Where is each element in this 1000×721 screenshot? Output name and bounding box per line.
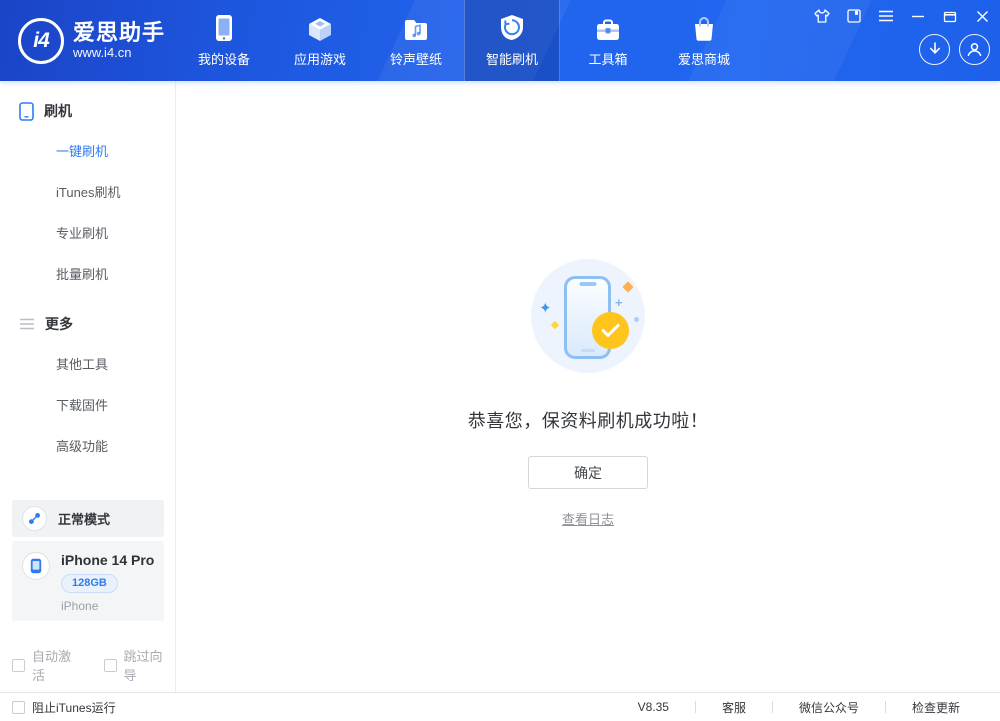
sparkle-star-icon: ✦ bbox=[539, 300, 552, 317]
checkbox-label: 跳过向导 bbox=[123, 649, 163, 683]
quick-actions bbox=[919, 34, 990, 65]
nav-apps-games[interactable]: 应用游戏 bbox=[272, 0, 368, 81]
nav-label: 智能刷机 bbox=[485, 51, 538, 67]
phone-success-illustration: ✦ + bbox=[531, 259, 645, 373]
theme-skin-icon[interactable] bbox=[814, 8, 830, 24]
nav-label: 我的设备 bbox=[197, 51, 250, 67]
auto-activate-option: 自动激活 bbox=[12, 646, 84, 684]
status-bar: 阻止iTunes运行 V8.35 客服 微信公众号 检查更新 bbox=[0, 692, 1000, 721]
section-title: 更多 bbox=[45, 316, 73, 332]
checkbox-label: 自动激活 bbox=[32, 649, 72, 683]
menu-icon[interactable] bbox=[878, 8, 894, 24]
user-account-icon[interactable] bbox=[959, 34, 990, 65]
normal-mode-card[interactable]: 正常模式 bbox=[12, 500, 164, 537]
feedback-icon[interactable] bbox=[846, 8, 862, 24]
menu-lines-icon bbox=[19, 318, 35, 330]
device-name: iPhone 14 Pro bbox=[61, 552, 155, 568]
device-phone-icon bbox=[22, 552, 50, 580]
sidebar-section-flash: 刷机 bbox=[19, 101, 175, 121]
sparkle-plus-icon: + bbox=[615, 295, 623, 310]
phone-icon bbox=[214, 14, 234, 42]
block-itunes-checkbox[interactable] bbox=[12, 700, 25, 714]
nav-label: 应用游戏 bbox=[293, 51, 346, 67]
nav-toolbox[interactable]: 工具箱 bbox=[560, 0, 656, 81]
nav-label: 爱思商城 bbox=[677, 51, 730, 67]
phone-home-indicator bbox=[580, 349, 595, 352]
nav-smart-flash[interactable]: 智能刷机 bbox=[464, 0, 560, 81]
device-info: iPhone 14 Pro 128GB iPhone bbox=[61, 552, 154, 621]
app-logo: i4 爱思助手 www.i4.cn bbox=[0, 0, 176, 81]
sidebar-item-pro-flash[interactable]: 专业刷机 bbox=[0, 212, 175, 253]
app-url: www.i4.cn bbox=[73, 45, 132, 61]
shopping-bag-icon bbox=[692, 14, 716, 42]
main-content: ✦ + 恭喜您，保资料刷机成功啦！ 确定 查看日志 bbox=[176, 81, 1000, 692]
cube-icon bbox=[307, 14, 333, 42]
logo-text: 爱思助手 www.i4.cn bbox=[73, 21, 165, 60]
flash-items: 一键刷机 iTunes刷机 专业刷机 批量刷机 bbox=[0, 130, 175, 294]
sidebar-item-advanced-features[interactable]: 高级功能 bbox=[0, 425, 175, 466]
download-manager-icon[interactable] bbox=[919, 34, 950, 65]
sidebar: 刷机 一键刷机 iTunes刷机 专业刷机 批量刷机 更多 其他工具 下载固件 … bbox=[0, 81, 176, 692]
device-capacity-badge: 128GB bbox=[61, 574, 118, 593]
check-update-link[interactable]: 检查更新 bbox=[886, 699, 986, 716]
sidebar-item-download-firmware[interactable]: 下载固件 bbox=[0, 384, 175, 425]
device-card[interactable]: iPhone 14 Pro 128GB iPhone bbox=[12, 541, 164, 621]
header-right-controls bbox=[814, 8, 990, 65]
toolbox-icon bbox=[595, 14, 621, 42]
main-nav: 我的设备 应用游戏 铃声壁纸 智能刷机 工具箱 爱思商城 bbox=[176, 0, 752, 81]
music-folder-icon bbox=[403, 14, 429, 42]
version-label: V8.35 bbox=[637, 700, 669, 714]
nav-my-devices[interactable]: 我的设备 bbox=[176, 0, 272, 81]
sparkle-yellow-dot bbox=[550, 320, 560, 330]
nav-label: 工具箱 bbox=[588, 51, 628, 67]
phone-outline-icon bbox=[19, 101, 34, 121]
title-bar: i4 爱思助手 www.i4.cn 我的设备 应用游戏 铃声壁纸 智能刷机 工具… bbox=[0, 0, 1000, 81]
mode-label: 正常模式 bbox=[58, 512, 111, 527]
sidebar-item-one-click-flash[interactable]: 一键刷机 bbox=[0, 130, 175, 171]
close-icon[interactable] bbox=[974, 8, 990, 24]
app-window: i4 爱思助手 www.i4.cn 我的设备 应用游戏 铃声壁纸 智能刷机 工具… bbox=[0, 0, 1000, 721]
phone-notch bbox=[579, 282, 596, 286]
block-itunes-option: 阻止iTunes运行 bbox=[12, 699, 116, 716]
block-itunes-label: 阻止iTunes运行 bbox=[32, 700, 116, 715]
sidebar-section-more: 更多 bbox=[19, 314, 175, 334]
success-message: 恭喜您，保资料刷机成功啦！ bbox=[467, 411, 709, 431]
nav-i4-store[interactable]: 爱思商城 bbox=[656, 0, 752, 81]
status-bar-right: V8.35 客服 微信公众号 检查更新 bbox=[612, 699, 986, 716]
sidebar-item-batch-flash[interactable]: 批量刷机 bbox=[0, 253, 175, 294]
success-check-icon bbox=[592, 312, 629, 349]
view-log-link[interactable]: 查看日志 bbox=[562, 509, 614, 528]
link-mode-icon bbox=[22, 506, 47, 531]
more-items: 其他工具 下载固件 高级功能 bbox=[0, 343, 175, 466]
maximize-icon[interactable] bbox=[942, 8, 958, 24]
app-title: 爱思助手 bbox=[73, 20, 166, 46]
sparkle-blue-dot bbox=[634, 317, 639, 322]
logo-i4-icon: i4 bbox=[18, 17, 64, 64]
sidebar-checkboxes: 自动激活 跳过向导 bbox=[12, 646, 175, 684]
window-controls bbox=[814, 8, 990, 24]
logo-badge-text: i4 bbox=[33, 28, 49, 52]
nav-label: 铃声壁纸 bbox=[389, 51, 442, 67]
section-title: 刷机 bbox=[44, 103, 72, 119]
wechat-official-link[interactable]: 微信公众号 bbox=[773, 699, 885, 716]
device-type: iPhone bbox=[61, 599, 99, 613]
sidebar-item-other-tools[interactable]: 其他工具 bbox=[0, 343, 175, 384]
minimize-icon[interactable] bbox=[910, 8, 926, 24]
nav-ringtones-wallpapers[interactable]: 铃声壁纸 bbox=[368, 0, 464, 81]
auto-activate-checkbox[interactable] bbox=[12, 658, 25, 672]
skip-setup-option: 跳过向导 bbox=[103, 646, 176, 684]
sparkle-orange-diamond bbox=[622, 281, 634, 293]
sidebar-item-itunes-flash[interactable]: iTunes刷机 bbox=[0, 171, 175, 212]
customer-service-link[interactable]: 客服 bbox=[696, 699, 772, 716]
shield-refresh-icon bbox=[499, 14, 525, 42]
skip-setup-checkbox[interactable] bbox=[103, 658, 117, 672]
window-body: 刷机 一键刷机 iTunes刷机 专业刷机 批量刷机 更多 其他工具 下载固件 … bbox=[0, 81, 1000, 692]
confirm-button[interactable]: 确定 bbox=[528, 456, 648, 489]
